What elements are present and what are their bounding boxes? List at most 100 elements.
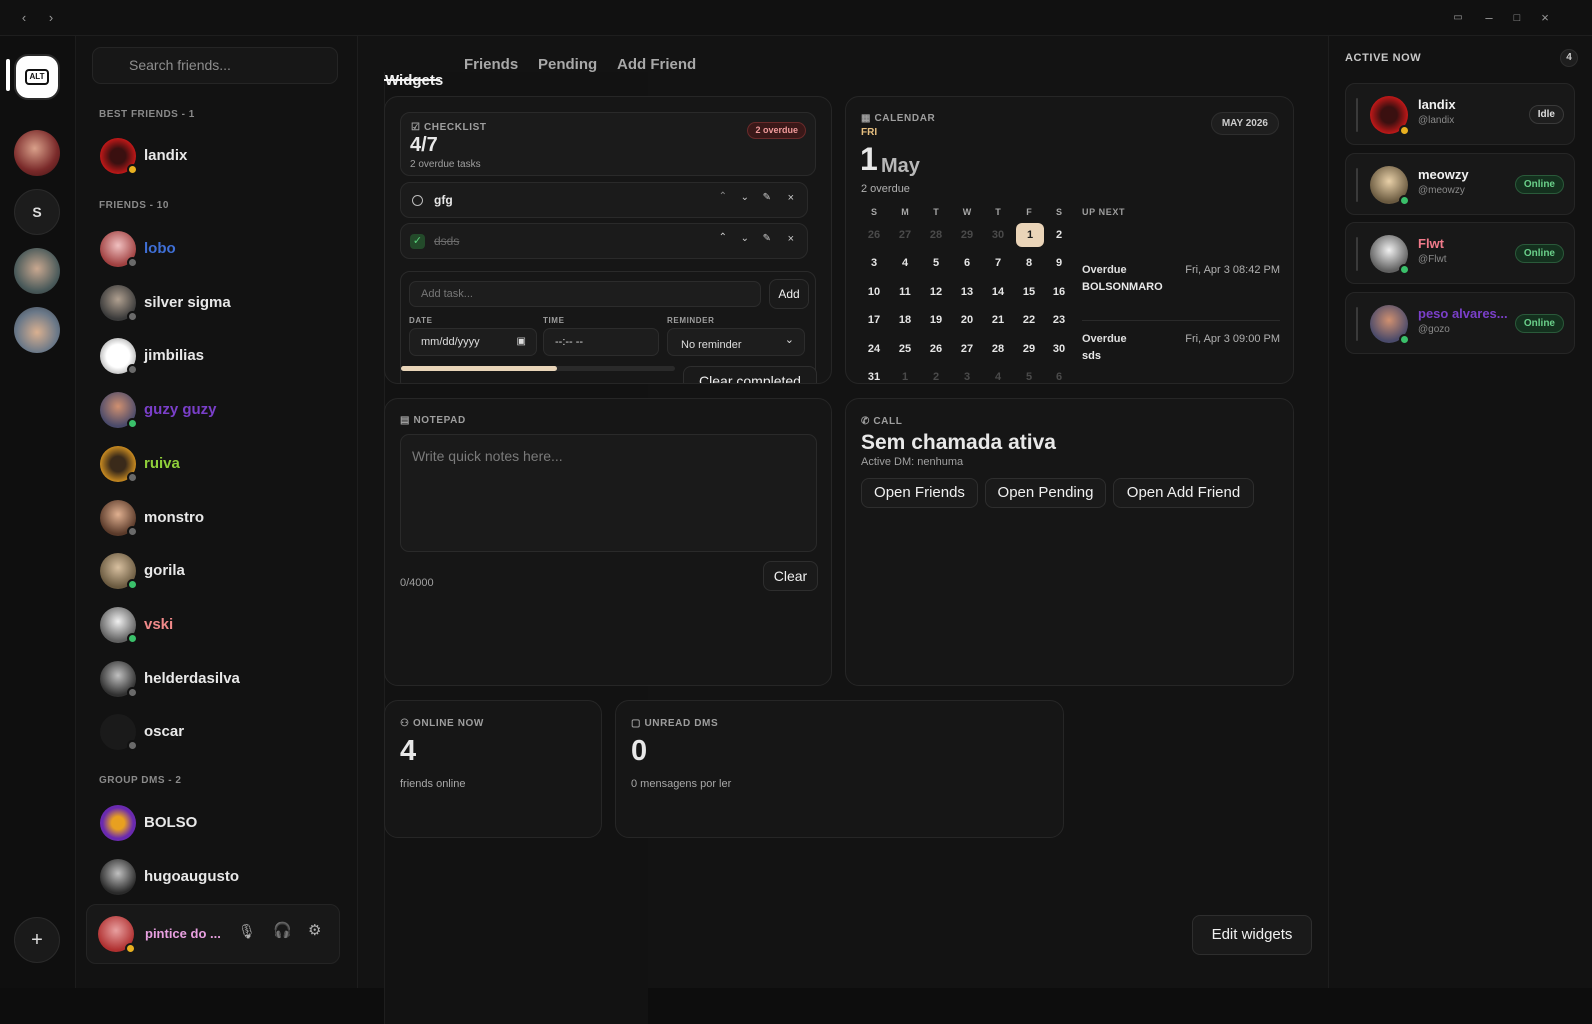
- calendar-day[interactable]: 2: [1046, 225, 1072, 245]
- calendar-day[interactable]: 31: [861, 367, 887, 383]
- close-icon[interactable]: ×: [1537, 10, 1553, 26]
- home-button[interactable]: ALT: [14, 54, 60, 100]
- calendar-day[interactable]: 29: [954, 225, 980, 245]
- tab-add-friend[interactable]: Add Friend: [617, 56, 696, 73]
- calendar-day[interactable]: 11: [892, 282, 918, 302]
- friend-item[interactable]: ruiva: [96, 444, 348, 484]
- server-avatar-s[interactable]: S: [14, 189, 60, 235]
- calendar-day-selected[interactable]: 1: [1016, 223, 1044, 247]
- calendar-day[interactable]: 4: [985, 367, 1011, 383]
- calendar-day[interactable]: 1: [892, 367, 918, 383]
- calendar-day[interactable]: 14: [985, 282, 1011, 302]
- friend-item[interactable]: oscar: [96, 712, 348, 752]
- back-icon[interactable]: ‹: [16, 10, 32, 26]
- clear-notes-button[interactable]: Clear: [763, 561, 818, 591]
- friend-item[interactable]: vski: [96, 605, 348, 645]
- edit-pencil-icon[interactable]: ✎: [763, 233, 771, 244]
- calendar-day[interactable]: 25: [892, 339, 918, 359]
- friend-item[interactable]: monstro: [96, 498, 348, 538]
- calendar-day[interactable]: 28: [985, 339, 1011, 359]
- calendar-day[interactable]: 19: [923, 310, 949, 330]
- active-user-card[interactable]: landix @landix Idle: [1345, 83, 1575, 145]
- calendar-day[interactable]: 27: [954, 339, 980, 359]
- calendar-day[interactable]: 20: [954, 310, 980, 330]
- settings-gear-icon[interactable]: ⚙: [308, 921, 321, 939]
- delete-x-icon[interactable]: ×: [788, 233, 794, 245]
- calendar-picker-icon[interactable]: ▣: [517, 329, 526, 355]
- calendar-day[interactable]: 29: [1016, 339, 1042, 359]
- calendar-day[interactable]: 9: [1046, 253, 1072, 273]
- calendar-day[interactable]: 30: [985, 225, 1011, 245]
- date-input[interactable]: mm/dd/yyyy ▣: [409, 328, 537, 356]
- clear-completed-button[interactable]: Clear completed: [683, 366, 817, 383]
- reminder-select[interactable]: No reminder ⌄: [667, 328, 805, 356]
- task-checkbox[interactable]: [412, 195, 423, 206]
- calendar-day[interactable]: 3: [954, 367, 980, 383]
- calendar-day[interactable]: 8: [1016, 253, 1042, 273]
- forward-icon[interactable]: ›: [43, 10, 59, 26]
- edit-pencil-icon[interactable]: ✎: [763, 192, 771, 203]
- calendar-day[interactable]: 5: [923, 253, 949, 273]
- active-user-card[interactable]: meowzy @meowzy Online: [1345, 152, 1575, 215]
- open-pending-button[interactable]: Open Pending: [985, 478, 1106, 508]
- friend-item[interactable]: gorila: [96, 551, 348, 591]
- calendar-day[interactable]: 4: [892, 253, 918, 273]
- open-add-friend-button[interactable]: Open Add Friend: [1113, 478, 1254, 508]
- edit-widgets-button[interactable]: Edit widgets: [1192, 915, 1312, 955]
- friend-item[interactable]: helderdasilva: [96, 659, 348, 699]
- calendar-day[interactable]: 16: [1046, 282, 1072, 302]
- add-task-button[interactable]: Add: [769, 279, 809, 309]
- calendar-day[interactable]: 26: [923, 339, 949, 359]
- calendar-day[interactable]: 13: [954, 282, 980, 302]
- active-user-card[interactable]: Flwt @Flwt Online: [1345, 222, 1575, 284]
- move-up-icon[interactable]: ⌃: [719, 232, 727, 243]
- calendar-day[interactable]: 17: [861, 310, 887, 330]
- calendar-day[interactable]: 30: [1046, 339, 1072, 359]
- add-server-button[interactable]: +: [14, 917, 60, 963]
- event-item[interactable]: Overdue sds Fri, Apr 3 09:00 PM: [1082, 333, 1280, 367]
- server-avatar-1[interactable]: [14, 130, 60, 176]
- friend-item[interactable]: silver sigma: [96, 283, 348, 323]
- calendar-day[interactable]: 28: [923, 225, 949, 245]
- move-down-icon[interactable]: ⌄: [741, 192, 749, 203]
- calendar-day[interactable]: 21: [985, 310, 1011, 330]
- minimize-icon[interactable]: –: [1481, 10, 1497, 26]
- calendar-day[interactable]: 3: [861, 253, 887, 273]
- calendar-day[interactable]: 6: [1046, 367, 1072, 383]
- server-avatar-2[interactable]: [14, 248, 60, 294]
- tab-pending[interactable]: Pending: [538, 56, 597, 73]
- move-down-icon[interactable]: ⌄: [741, 233, 749, 244]
- calendar-day[interactable]: 2: [923, 367, 949, 383]
- calendar-day[interactable]: 27: [892, 225, 918, 245]
- calendar-day[interactable]: 24: [861, 339, 887, 359]
- delete-x-icon[interactable]: ×: [788, 192, 794, 204]
- search-input[interactable]: Search friends...: [92, 47, 338, 84]
- calendar-day[interactable]: 22: [1016, 310, 1042, 330]
- task-checked-icon[interactable]: ✓: [410, 234, 425, 249]
- headphones-icon[interactable]: 🎧: [273, 921, 292, 939]
- time-input[interactable]: --:-- --: [543, 328, 659, 356]
- friend-item[interactable]: lobo: [96, 229, 348, 269]
- calendar-day[interactable]: 7: [985, 253, 1011, 273]
- group-item-hugoaugusto[interactable]: hugoaugusto: [96, 857, 348, 897]
- inbox-icon[interactable]: ▭: [1450, 10, 1466, 26]
- calendar-day[interactable]: 6: [954, 253, 980, 273]
- calendar-day[interactable]: 5: [1016, 367, 1042, 383]
- calendar-day[interactable]: 10: [861, 282, 887, 302]
- calendar-day[interactable]: 12: [923, 282, 949, 302]
- add-task-input[interactable]: Add task...: [409, 281, 761, 307]
- calendar-day[interactable]: 23: [1046, 310, 1072, 330]
- server-avatar-3[interactable]: [14, 307, 60, 353]
- microphone-icon[interactable]: 🎙: [238, 923, 256, 940]
- calendar-day[interactable]: 26: [861, 225, 887, 245]
- tab-friends[interactable]: Friends: [464, 56, 518, 73]
- calendar-day[interactable]: 15: [1016, 282, 1042, 302]
- active-user-card[interactable]: peso alvares... @gozo Online: [1345, 291, 1575, 354]
- group-item-bolso[interactable]: BOLSO: [96, 803, 348, 843]
- notes-textarea[interactable]: Write quick notes here...: [400, 434, 817, 552]
- friend-item-landix[interactable]: landix: [96, 136, 348, 176]
- open-friends-button[interactable]: Open Friends: [861, 478, 978, 508]
- friend-item[interactable]: guzy guzy: [96, 390, 348, 430]
- maximize-icon[interactable]: □: [1509, 10, 1525, 26]
- move-up-icon[interactable]: ⌃: [719, 191, 727, 202]
